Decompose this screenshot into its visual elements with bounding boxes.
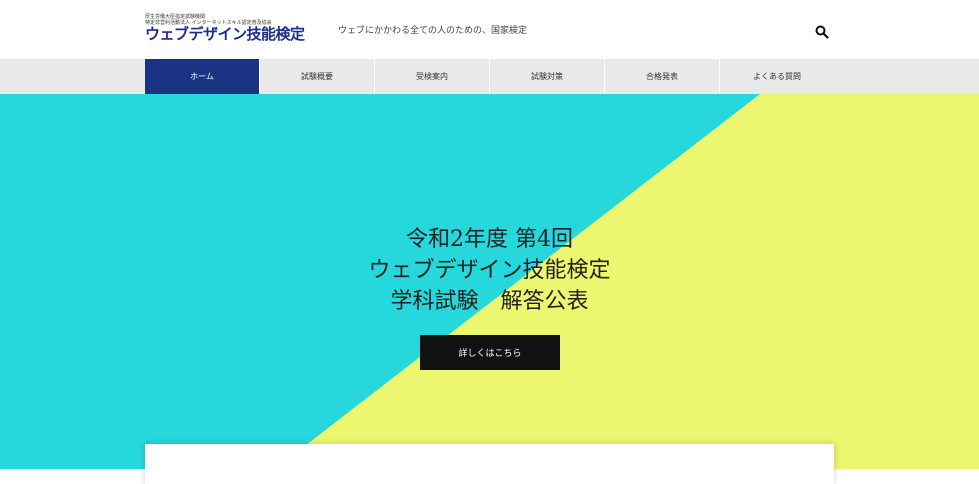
nav-item-exam-guide[interactable]: 受検案内 — [375, 59, 490, 94]
content-card — [145, 444, 834, 484]
hero-title-line-2: ウェブデザイン技能検定 — [368, 258, 611, 283]
nav-item-results[interactable]: 合格発表 — [605, 59, 720, 94]
details-button[interactable]: 詳しくはこちら — [420, 335, 560, 370]
nav-item-faq[interactable]: よくある質問 — [720, 59, 834, 94]
nav-item-exam-overview[interactable]: 試験概要 — [260, 59, 375, 94]
hero-banner: 令和2年度 第4回 ウェブデザイン技能検定 学科試験 解答公表 詳しくはこちら — [0, 94, 979, 469]
hero-title: 令和2年度 第4回 ウェブデザイン技能検定 学科試験 解答公表 — [0, 224, 979, 317]
hero-title-line-3: 学科試験 解答公表 — [390, 289, 589, 314]
global-nav-bar: ホーム 試験概要 受検案内 試験対策 合格発表 よくある質問 — [0, 59, 979, 94]
site-tagline: ウェブにかかわる全ての人のための、国家検定 — [338, 26, 528, 36]
search-icon[interactable] — [815, 24, 829, 39]
logo-title: ウェブデザイン技能検定 — [145, 25, 305, 43]
hero-title-line-1: 令和2年度 第4回 — [406, 227, 573, 252]
site-header: 厚生労働大臣指定試験機関 特定非営利活動法人 インターネットスキル認定普及協会 … — [0, 0, 979, 59]
global-nav: ホーム 試験概要 受検案内 試験対策 合格発表 よくある質問 — [145, 59, 834, 94]
nav-item-exam-prep[interactable]: 試験対策 — [490, 59, 605, 94]
site-logo[interactable]: 厚生労働大臣指定試験機関 特定非営利活動法人 インターネットスキル認定普及協会 … — [145, 14, 325, 46]
nav-item-home[interactable]: ホーム — [145, 59, 260, 94]
